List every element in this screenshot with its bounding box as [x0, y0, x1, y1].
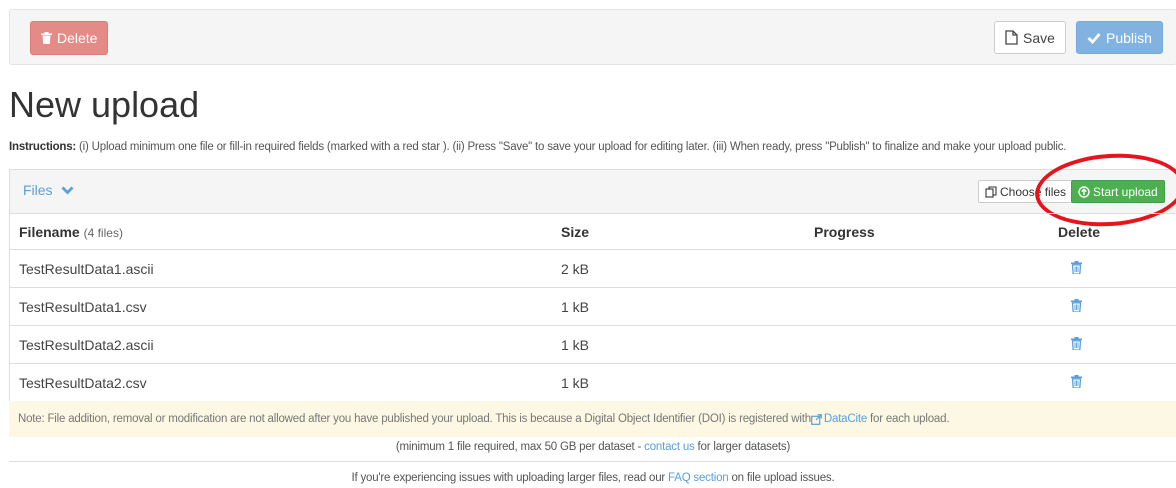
- faq-link[interactable]: FAQ section: [668, 472, 729, 484]
- trash-icon[interactable]: [1071, 299, 1082, 312]
- doi-note: Note: File addition, removal or modifica…: [9, 401, 1176, 437]
- trash-icon[interactable]: [1071, 337, 1082, 350]
- file-size: 1 kB: [561, 374, 590, 391]
- column-filename: Filename (4 files): [19, 223, 123, 240]
- upload-circle-icon: [1078, 185, 1090, 198]
- choose-files-label: Choose files: [1000, 184, 1067, 199]
- note-text: Note: File addition, removal or modifica…: [18, 413, 811, 425]
- trash-icon[interactable]: [1071, 261, 1082, 274]
- start-upload-button[interactable]: Start upload: [1071, 180, 1165, 203]
- faq-note: If you're experiencing issues with uploa…: [351, 472, 835, 484]
- start-upload-label: Start upload: [1093, 184, 1158, 199]
- page-title: New upload: [9, 84, 200, 125]
- trash-icon: [41, 32, 52, 44]
- file-size: 1 kB: [561, 336, 590, 353]
- files-table: Filename (4 files) Size Progress Delete …: [9, 213, 1176, 402]
- column-progress: Progress: [814, 223, 875, 240]
- copy-icon: [985, 185, 997, 198]
- datacite-link[interactable]: DataCite: [824, 413, 867, 425]
- publish-button[interactable]: Publish: [1076, 21, 1163, 54]
- trash-icon[interactable]: [1071, 375, 1082, 388]
- choose-files-button[interactable]: Choose files: [978, 180, 1074, 203]
- files-panel-header: Files Choose files Start upload: [9, 169, 1176, 213]
- table-row: TestResultData2.ascii 1 kB: [10, 326, 1176, 364]
- contact-us-link[interactable]: contact us: [644, 441, 695, 453]
- instructions-text: (i) Upload minimum one file or fill-in r…: [76, 141, 1067, 153]
- instructions-label: Instructions:: [9, 141, 77, 153]
- publish-button-label: Publish: [1106, 29, 1152, 46]
- save-button-label: Save: [1023, 29, 1055, 46]
- file-name: TestResultData2.ascii: [19, 336, 154, 353]
- file-count: (4 files): [83, 225, 123, 240]
- divider: [9, 461, 1176, 462]
- check-icon: [1087, 32, 1101, 44]
- file-icon: [1005, 30, 1018, 45]
- external-link-icon: [810, 413, 822, 425]
- delete-button[interactable]: Delete: [30, 21, 109, 55]
- file-size: 1 kB: [561, 298, 590, 315]
- action-toolbar: Delete Save Publish: [9, 9, 1176, 65]
- files-toggle[interactable]: Files: [23, 182, 74, 198]
- file-name: TestResultData2.csv: [19, 374, 147, 391]
- note-text-after: for each upload.: [867, 413, 950, 425]
- file-size: 2 kB: [561, 260, 590, 277]
- instructions: Instructions: (i) Upload minimum one fil…: [9, 141, 1066, 153]
- chevron-down-icon: [61, 186, 74, 195]
- table-row: TestResultData1.csv 1 kB: [10, 288, 1176, 326]
- upload-limits: (minimum 1 file required, max 50 GB per …: [395, 441, 791, 453]
- file-name: TestResultData1.ascii: [19, 260, 154, 277]
- delete-button-label: Delete: [57, 30, 98, 46]
- file-name: TestResultData1.csv: [19, 298, 147, 315]
- column-delete: Delete: [1058, 223, 1101, 240]
- table-row: TestResultData2.csv 1 kB: [10, 364, 1176, 402]
- table-header: Filename (4 files) Size Progress Delete: [10, 214, 1176, 250]
- files-toggle-label: Files: [23, 182, 53, 198]
- table-row: TestResultData1.ascii 2 kB: [10, 250, 1176, 288]
- save-button[interactable]: Save: [994, 21, 1066, 54]
- column-size: Size: [561, 223, 590, 240]
